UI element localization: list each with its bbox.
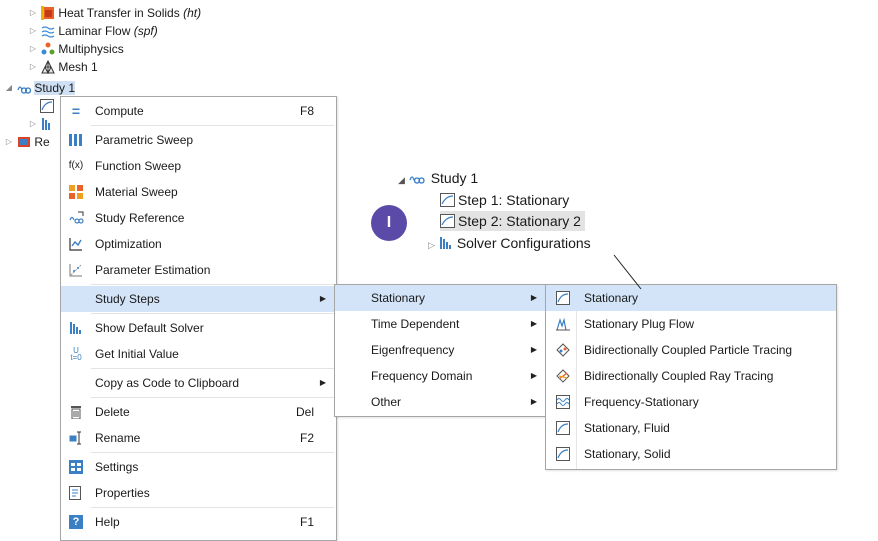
step-badge: I xyxy=(371,205,407,241)
callout-line xyxy=(613,254,642,290)
